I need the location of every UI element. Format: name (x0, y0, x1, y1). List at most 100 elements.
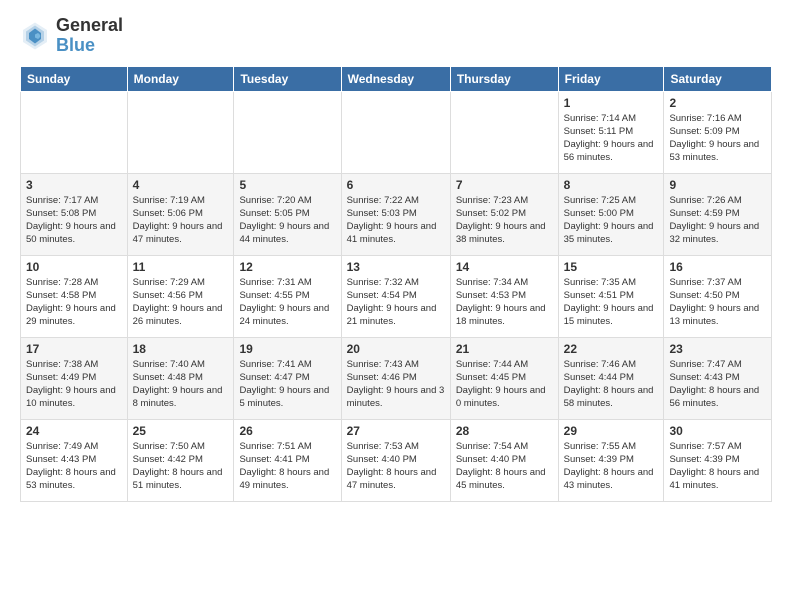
day-number: 27 (347, 424, 445, 438)
day-info: Sunrise: 7:14 AM Sunset: 5:11 PM Dayligh… (564, 112, 659, 165)
calendar-cell (450, 91, 558, 173)
day-number: 24 (26, 424, 122, 438)
day-info: Sunrise: 7:37 AM Sunset: 4:50 PM Dayligh… (669, 276, 766, 329)
logo: General Blue (20, 16, 123, 56)
weekday-header-tuesday: Tuesday (234, 66, 341, 91)
calendar-cell: 3 Sunrise: 7:17 AM Sunset: 5:08 PM Daylig… (21, 173, 128, 255)
calendar-cell: 17Sunrise: 7:38 AM Sunset: 4:49 PM Dayli… (21, 337, 128, 419)
day-number: 15 (564, 260, 659, 274)
calendar-cell: 21Sunrise: 7:44 AM Sunset: 4:45 PM Dayli… (450, 337, 558, 419)
day-number: 26 (239, 424, 335, 438)
day-info: Sunrise: 7:22 AM Sunset: 5:03 PM Dayligh… (347, 194, 445, 247)
day-number: 17 (26, 342, 122, 356)
day-number: 11 (133, 260, 229, 274)
calendar-cell: 9 Sunrise: 7:26 AM Sunset: 4:59 PM Daylig… (664, 173, 772, 255)
day-number: 2 (669, 96, 766, 110)
calendar-cell (21, 91, 128, 173)
day-number: 1 (564, 96, 659, 110)
calendar-cell: 2Sunrise: 7:16 AM Sunset: 5:09 PM Daylig… (664, 91, 772, 173)
day-number: 14 (456, 260, 553, 274)
calendar-cell: 4 Sunrise: 7:19 AM Sunset: 5:06 PM Daylig… (127, 173, 234, 255)
calendar-cell: 19 Sunrise: 7:41 AM Sunset: 4:47 PM Dayli… (234, 337, 341, 419)
weekday-header-thursday: Thursday (450, 66, 558, 91)
week-row-4: 17Sunrise: 7:38 AM Sunset: 4:49 PM Dayli… (21, 337, 772, 419)
day-info: Sunrise: 7:41 AM Sunset: 4:47 PM Dayligh… (239, 358, 335, 411)
logo-icon (20, 21, 50, 51)
calendar-cell: 13Sunrise: 7:32 AM Sunset: 4:54 PM Dayli… (341, 255, 450, 337)
calendar-cell: 6 Sunrise: 7:22 AM Sunset: 5:03 PM Daylig… (341, 173, 450, 255)
calendar-cell: 16 Sunrise: 7:37 AM Sunset: 4:50 PM Dayli… (664, 255, 772, 337)
day-info: Sunrise: 7:23 AM Sunset: 5:02 PM Dayligh… (456, 194, 553, 247)
logo-line2: Blue (56, 36, 123, 56)
day-number: 28 (456, 424, 553, 438)
day-info: Sunrise: 7:32 AM Sunset: 4:54 PM Dayligh… (347, 276, 445, 329)
day-number: 9 (669, 178, 766, 192)
day-info: Sunrise: 7:44 AM Sunset: 4:45 PM Dayligh… (456, 358, 553, 411)
calendar-cell: 26 Sunrise: 7:51 AM Sunset: 4:41 PM Dayli… (234, 419, 341, 501)
week-row-3: 10Sunrise: 7:28 AM Sunset: 4:58 PM Dayli… (21, 255, 772, 337)
day-number: 16 (669, 260, 766, 274)
weekday-header-wednesday: Wednesday (341, 66, 450, 91)
day-info: Sunrise: 7:25 AM Sunset: 5:00 PM Dayligh… (564, 194, 659, 247)
week-row-2: 3 Sunrise: 7:17 AM Sunset: 5:08 PM Daylig… (21, 173, 772, 255)
weekday-header-monday: Monday (127, 66, 234, 91)
calendar-cell: 25 Sunrise: 7:50 AM Sunset: 4:42 PM Dayli… (127, 419, 234, 501)
calendar-cell: 7Sunrise: 7:23 AM Sunset: 5:02 PM Daylig… (450, 173, 558, 255)
day-number: 10 (26, 260, 122, 274)
calendar-cell: 30Sunrise: 7:57 AM Sunset: 4:39 PM Dayli… (664, 419, 772, 501)
calendar-cell: 8Sunrise: 7:25 AM Sunset: 5:00 PM Daylig… (558, 173, 664, 255)
day-info: Sunrise: 7:49 AM Sunset: 4:43 PM Dayligh… (26, 440, 122, 493)
day-info: Sunrise: 7:34 AM Sunset: 4:53 PM Dayligh… (456, 276, 553, 329)
calendar-cell: 12 Sunrise: 7:31 AM Sunset: 4:55 PM Dayli… (234, 255, 341, 337)
day-info: Sunrise: 7:53 AM Sunset: 4:40 PM Dayligh… (347, 440, 445, 493)
day-info: Sunrise: 7:43 AM Sunset: 4:46 PM Dayligh… (347, 358, 445, 411)
calendar-cell: 24 Sunrise: 7:49 AM Sunset: 4:43 PM Dayli… (21, 419, 128, 501)
header: General Blue (20, 16, 772, 56)
logo-line1: General (56, 16, 123, 36)
page: General Blue SundayMondayTuesdayWednesda… (0, 0, 792, 612)
day-info: Sunrise: 7:46 AM Sunset: 4:44 PM Dayligh… (564, 358, 659, 411)
calendar-cell: 1 Sunrise: 7:14 AM Sunset: 5:11 PM Daylig… (558, 91, 664, 173)
day-number: 4 (133, 178, 229, 192)
weekday-header-friday: Friday (558, 66, 664, 91)
day-number: 19 (239, 342, 335, 356)
weekday-header-saturday: Saturday (664, 66, 772, 91)
week-row-1: 1 Sunrise: 7:14 AM Sunset: 5:11 PM Daylig… (21, 91, 772, 173)
day-number: 23 (669, 342, 766, 356)
day-number: 22 (564, 342, 659, 356)
day-info: Sunrise: 7:50 AM Sunset: 4:42 PM Dayligh… (133, 440, 229, 493)
day-info: Sunrise: 7:55 AM Sunset: 4:39 PM Dayligh… (564, 440, 659, 493)
calendar-cell: 22 Sunrise: 7:46 AM Sunset: 4:44 PM Dayli… (558, 337, 664, 419)
calendar-cell: 10Sunrise: 7:28 AM Sunset: 4:58 PM Dayli… (21, 255, 128, 337)
day-info: Sunrise: 7:47 AM Sunset: 4:43 PM Dayligh… (669, 358, 766, 411)
day-info: Sunrise: 7:26 AM Sunset: 4:59 PM Dayligh… (669, 194, 766, 247)
calendar-cell: 28 Sunrise: 7:54 AM Sunset: 4:40 PM Dayli… (450, 419, 558, 501)
calendar-cell: 27 Sunrise: 7:53 AM Sunset: 4:40 PM Dayli… (341, 419, 450, 501)
day-info: Sunrise: 7:19 AM Sunset: 5:06 PM Dayligh… (133, 194, 229, 247)
calendar-cell (341, 91, 450, 173)
day-info: Sunrise: 7:51 AM Sunset: 4:41 PM Dayligh… (239, 440, 335, 493)
logo-text: General Blue (56, 16, 123, 56)
calendar-cell (234, 91, 341, 173)
day-number: 12 (239, 260, 335, 274)
calendar-table: SundayMondayTuesdayWednesdayThursdayFrid… (20, 66, 772, 502)
calendar-cell: 20Sunrise: 7:43 AM Sunset: 4:46 PM Dayli… (341, 337, 450, 419)
day-number: 3 (26, 178, 122, 192)
day-info: Sunrise: 7:54 AM Sunset: 4:40 PM Dayligh… (456, 440, 553, 493)
calendar-cell: 5Sunrise: 7:20 AM Sunset: 5:05 PM Daylig… (234, 173, 341, 255)
day-info: Sunrise: 7:57 AM Sunset: 4:39 PM Dayligh… (669, 440, 766, 493)
calendar-cell: 23 Sunrise: 7:47 AM Sunset: 4:43 PM Dayli… (664, 337, 772, 419)
day-number: 25 (133, 424, 229, 438)
calendar-cell: 18Sunrise: 7:40 AM Sunset: 4:48 PM Dayli… (127, 337, 234, 419)
calendar-cell (127, 91, 234, 173)
day-info: Sunrise: 7:20 AM Sunset: 5:05 PM Dayligh… (239, 194, 335, 247)
day-info: Sunrise: 7:17 AM Sunset: 5:08 PM Dayligh… (26, 194, 122, 247)
day-info: Sunrise: 7:29 AM Sunset: 4:56 PM Dayligh… (133, 276, 229, 329)
day-number: 6 (347, 178, 445, 192)
day-number: 29 (564, 424, 659, 438)
calendar-cell: 29 Sunrise: 7:55 AM Sunset: 4:39 PM Dayli… (558, 419, 664, 501)
weekday-header-row: SundayMondayTuesdayWednesdayThursdayFrid… (21, 66, 772, 91)
weekday-header-sunday: Sunday (21, 66, 128, 91)
day-info: Sunrise: 7:31 AM Sunset: 4:55 PM Dayligh… (239, 276, 335, 329)
day-info: Sunrise: 7:35 AM Sunset: 4:51 PM Dayligh… (564, 276, 659, 329)
